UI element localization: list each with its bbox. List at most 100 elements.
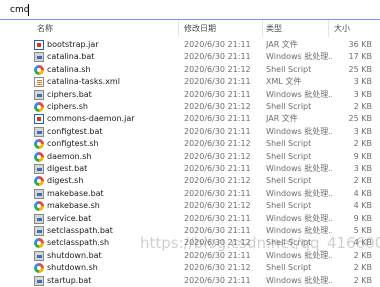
file-name: configtest.sh — [47, 139, 99, 149]
file-name: configtest.bat — [47, 126, 103, 136]
batch-icon — [34, 226, 44, 236]
file-type: Windows 批处理... — [266, 213, 332, 223]
column-header: 名称 修改日期 类型 大小 — [0, 20, 380, 37]
file-size: 3 KB — [353, 164, 372, 173]
file-row[interactable]: makebase.sh 2020/6/30 21:12 Shell Script 4 … — [0, 200, 380, 212]
file-modified-date: 2020/6/30 21:11 — [184, 275, 251, 285]
file-size: 36 KB — [348, 40, 372, 49]
batch-icon — [34, 164, 44, 174]
file-type: XML 文件 — [266, 77, 302, 87]
file-row[interactable]: shutdown.bat 2020/6/30 21:11 Windows 批处理..… — [0, 250, 380, 262]
column-divider[interactable] — [328, 20, 329, 37]
file-type: Windows 批处理... — [266, 52, 332, 62]
file-size: 5 KB — [353, 226, 372, 235]
file-name: bootstrap.jar — [47, 40, 99, 49]
batch-icon — [34, 188, 44, 199]
file-name: startup.bat — [47, 275, 92, 285]
file-size: 4 KB — [353, 238, 372, 248]
file-row[interactable]: configtest.bat 2020/6/30 21:11 Windows 批处理… — [0, 126, 380, 138]
file-row[interactable]: ciphers.sh 2020/6/30 21:12 Shell Script 2 K… — [0, 101, 380, 113]
file-modified-date: 2020/6/30 21:11 — [184, 164, 251, 173]
file-size: 9 KB — [353, 213, 372, 223]
file-row[interactable]: configtest.sh 2020/6/30 21:12 Shell Script… — [0, 138, 380, 150]
column-size-header[interactable]: 大小 — [334, 23, 350, 35]
file-modified-date: 2020/6/30 21:12 — [184, 201, 251, 211]
file-row[interactable]: daemon.sh 2020/6/30 21:12 Shell Script 9 KB — [0, 151, 380, 163]
address-input[interactable]: cmd — [10, 4, 29, 16]
file-row[interactable]: digest.bat 2020/6/30 21:11 Windows 批处理... 3… — [0, 163, 380, 175]
shell-script-icon — [34, 263, 44, 274]
xml-icon — [34, 77, 44, 88]
file-row[interactable]: commons-daemon.jar 2020/6/30 21:11 JAR 文件 2… — [0, 113, 380, 125]
file-type: Shell Script — [266, 238, 312, 248]
address-bar[interactable]: cmd — [0, 0, 380, 20]
file-modified-date: 2020/6/30 21:12 — [184, 176, 251, 186]
file-row[interactable]: service.bat 2020/6/30 21:11 Windows 批处理...… — [0, 213, 380, 225]
file-name: digest.bat — [47, 164, 88, 173]
column-date-header[interactable]: 修改日期 — [184, 23, 216, 35]
file-row[interactable]: setclasspath.sh 2020/6/30 21:12 Shell Scri… — [0, 237, 380, 249]
file-name: catalina.sh — [47, 64, 91, 74]
file-modified-date: 2020/6/30 21:12 — [184, 64, 251, 74]
file-modified-date: 2020/6/30 21:11 — [184, 250, 251, 260]
file-row[interactable]: bootstrap.jar 2020/6/30 21:11 JAR 文件 36 KB — [0, 39, 380, 51]
file-type: Windows 批处理... — [266, 275, 332, 285]
file-name: service.bat — [47, 213, 92, 223]
batch-icon — [34, 275, 44, 286]
file-size: 2 KB — [353, 275, 372, 285]
file-name: commons-daemon.jar — [47, 114, 135, 124]
file-type: Shell Script — [266, 176, 312, 186]
file-size: 2 KB — [353, 139, 372, 149]
file-size: 2 KB — [353, 102, 372, 111]
file-row[interactable]: makebase.bat 2020/6/30 21:11 Windows 批处理..… — [0, 188, 380, 200]
file-row[interactable]: digest.sh 2020/6/30 21:12 Shell Script 2 KB — [0, 175, 380, 187]
jar-icon — [34, 114, 44, 125]
file-size: 25 KB — [348, 114, 372, 124]
file-size: 2 KB — [353, 263, 372, 273]
file-type: JAR 文件 — [266, 40, 298, 49]
file-modified-date: 2020/6/30 21:12 — [184, 151, 251, 161]
file-modified-date: 2020/6/30 21:11 — [184, 213, 251, 223]
file-row[interactable]: catalina.bat 2020/6/30 21:11 Windows 批处理..… — [0, 51, 380, 63]
file-size: 3 KB — [353, 77, 372, 87]
file-name: setclasspath.bat — [47, 226, 113, 235]
shell-script-icon — [34, 102, 44, 112]
file-row[interactable]: setclasspath.bat 2020/6/30 21:11 Windows 批… — [0, 225, 380, 237]
file-row[interactable]: shutdown.sh 2020/6/30 21:12 Shell Script 2 … — [0, 262, 380, 274]
file-modified-date: 2020/6/30 21:11 — [184, 40, 251, 49]
column-name-header[interactable]: 名称 — [37, 23, 53, 35]
shell-script-icon — [34, 64, 44, 75]
file-size: 4 KB — [353, 201, 372, 211]
file-name: shutdown.bat — [47, 250, 102, 260]
shell-script-icon — [34, 151, 44, 162]
file-row[interactable]: startup.bat 2020/6/30 21:11 Windows 批处理...… — [0, 275, 380, 287]
file-row[interactable]: ciphers.bat 2020/6/30 21:11 Windows 批处理...… — [0, 89, 380, 101]
column-divider[interactable] — [178, 20, 179, 37]
file-name: digest.sh — [47, 176, 84, 186]
file-modified-date: 2020/6/30 21:12 — [184, 238, 251, 248]
file-modified-date: 2020/6/30 21:11 — [184, 77, 251, 87]
shell-script-icon — [34, 176, 44, 187]
file-row[interactable]: catalina.sh 2020/6/30 21:12 Shell Script 25… — [0, 64, 380, 76]
jar-icon — [34, 40, 44, 50]
file-type: Windows 批处理... — [266, 126, 332, 136]
file-type: Windows 批处理... — [266, 164, 332, 173]
shell-script-icon — [34, 139, 44, 150]
file-size: 3 KB — [353, 89, 372, 99]
file-name: setclasspath.sh — [47, 238, 110, 248]
column-divider[interactable] — [262, 20, 263, 37]
file-size: 9 KB — [353, 151, 372, 161]
batch-icon — [34, 52, 44, 63]
file-name: makebase.bat — [47, 188, 104, 198]
file-modified-date: 2020/6/30 21:12 — [184, 139, 251, 149]
file-type: Shell Script — [266, 139, 312, 149]
file-size: 2 KB — [353, 176, 372, 186]
file-name: ciphers.sh — [47, 102, 88, 111]
file-row[interactable]: catalina-tasks.xml 2020/6/30 21:11 XML 文件 3… — [0, 76, 380, 88]
file-modified-date: 2020/6/30 21:11 — [184, 89, 251, 99]
column-type-header[interactable]: 类型 — [266, 23, 282, 35]
file-size: 25 KB — [348, 64, 372, 74]
file-name: makebase.sh — [47, 201, 100, 211]
file-size: 4 KB — [353, 188, 372, 198]
file-type: Windows 批处理... — [266, 188, 332, 198]
